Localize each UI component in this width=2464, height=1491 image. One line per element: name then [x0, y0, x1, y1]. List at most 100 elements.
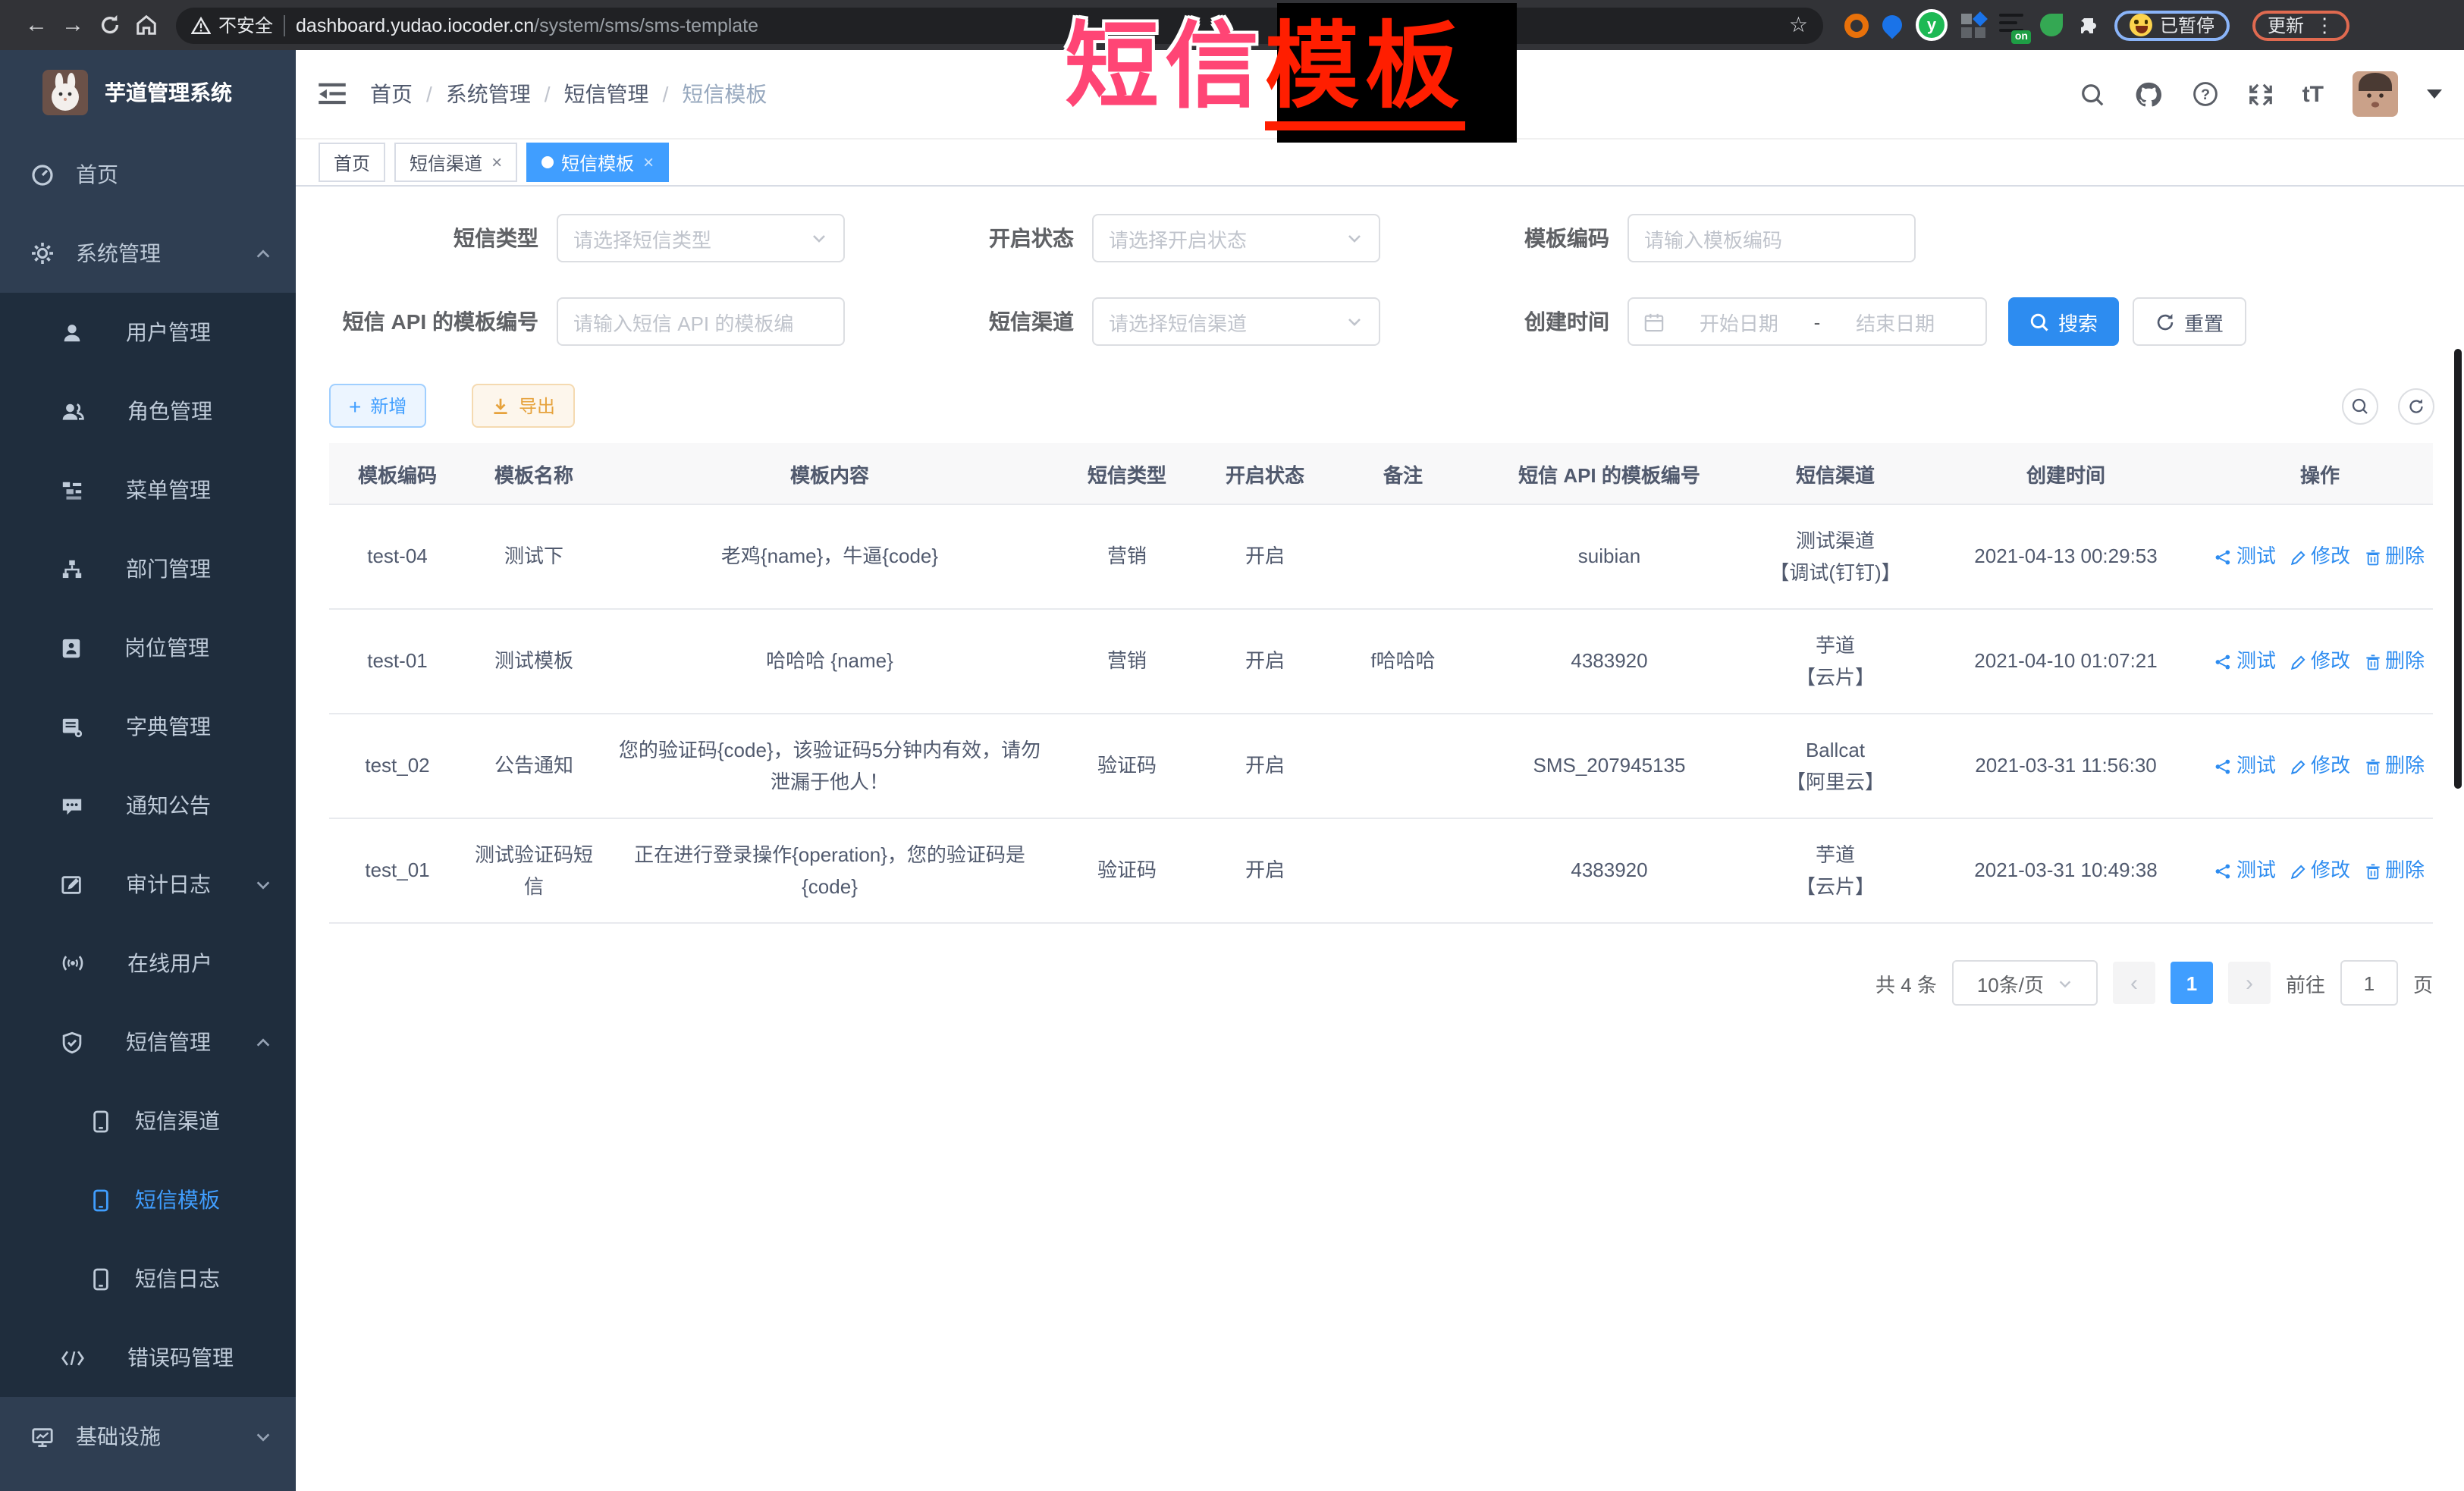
- url-text[interactable]: dashboard.yudao.iocoder.cn/system/sms/sm…: [296, 14, 758, 36]
- sidebar-item-home[interactable]: 首页: [0, 135, 296, 214]
- test-link[interactable]: 测试: [2215, 645, 2276, 678]
- sidebar-item-label: 角色管理: [127, 396, 212, 426]
- date-range-picker[interactable]: 开始日期 - 结束日期: [1627, 297, 1987, 346]
- extension-y-icon[interactable]: y: [1916, 9, 1948, 41]
- edit-link[interactable]: 修改: [2290, 855, 2350, 887]
- sidebar-item-sms-template[interactable]: 短信模板: [0, 1160, 296, 1239]
- breadcrumb-system[interactable]: 系统管理: [446, 79, 531, 109]
- security-label: 不安全: [218, 12, 273, 38]
- extensions-puzzle-icon[interactable]: [2076, 13, 2101, 37]
- scrollbar-thumb[interactable]: [2454, 349, 2462, 789]
- extension-blue-pin-icon[interactable]: [1879, 11, 1907, 39]
- table-search-toggle-button[interactable]: [2342, 388, 2378, 425]
- cell-sms-type: 营销: [1057, 532, 1197, 582]
- browser-reload-icon[interactable]: [91, 7, 127, 43]
- current-page-button[interactable]: 1: [2171, 962, 2213, 1004]
- next-page-button[interactable]: ›: [2228, 962, 2271, 1004]
- delete-link[interactable]: 删除: [2364, 750, 2425, 783]
- sidebar-item-online-users[interactable]: 在线用户: [0, 924, 296, 1003]
- github-icon[interactable]: [2134, 80, 2163, 108]
- table-row: test-04 测试下 老鸡{name}，牛逼{code} 营销 开启 suib…: [329, 505, 2433, 610]
- page-size-select[interactable]: 10条/页: [1952, 960, 2098, 1006]
- export-button[interactable]: 导出: [472, 384, 575, 428]
- tab-home[interactable]: 首页: [319, 143, 385, 182]
- sidebar-item-audit-log[interactable]: 审计日志: [0, 845, 296, 924]
- browser-back-icon[interactable]: ←: [18, 7, 55, 43]
- paused-label: 已暂停: [2160, 12, 2214, 38]
- sidebar-item-sms-channel[interactable]: 短信渠道: [0, 1081, 296, 1160]
- browser-menu-icon[interactable]: ⋮: [2315, 15, 2334, 35]
- sidebar-item-infrastructure[interactable]: 基础设施: [0, 1397, 296, 1476]
- extension-on-icon[interactable]: on: [1999, 13, 2026, 37]
- sidebar-collapse-icon[interactable]: [319, 82, 346, 106]
- annotation-label: 短信模板: [1065, 9, 1465, 127]
- sidebar-item-system[interactable]: 系统管理: [0, 214, 296, 293]
- app-logo-row[interactable]: 芋道管理系统: [0, 50, 296, 135]
- breadcrumb-sms[interactable]: 短信管理: [564, 79, 649, 109]
- security-warning[interactable]: 不安全: [191, 12, 273, 38]
- cell-channel: 芋道【云片】: [1746, 620, 1925, 703]
- search-icon: [2351, 397, 2369, 416]
- browser-update-button[interactable]: 更新 ⋮: [2252, 10, 2349, 40]
- search-button[interactable]: 搜索: [2008, 297, 2119, 346]
- user-avatar[interactable]: [2353, 71, 2398, 117]
- avatar-caret-icon[interactable]: [2427, 89, 2442, 99]
- sidebar-item-dictionary[interactable]: 字典管理: [0, 687, 296, 766]
- bookmark-star-icon[interactable]: ☆: [1789, 12, 1808, 38]
- help-icon[interactable]: ?: [2192, 80, 2219, 108]
- cell-status: 开启: [1197, 846, 1333, 896]
- fullscreen-icon[interactable]: [2248, 81, 2274, 107]
- delete-link[interactable]: 删除: [2364, 645, 2425, 678]
- close-icon[interactable]: ×: [491, 152, 502, 173]
- template-code-input[interactable]: 请输入模板编码: [1627, 214, 1916, 262]
- reset-button[interactable]: 重置: [2133, 297, 2246, 346]
- close-icon[interactable]: ×: [643, 152, 654, 173]
- delete-link[interactable]: 删除: [2364, 541, 2425, 573]
- extension-green-icon[interactable]: [2040, 14, 2063, 36]
- placeholder: 请选择短信类型: [573, 224, 801, 253]
- sidebar-item-announcements[interactable]: 通知公告: [0, 766, 296, 845]
- breadcrumb-home[interactable]: 首页: [370, 79, 413, 109]
- browser-home-icon[interactable]: [127, 7, 164, 43]
- sidebar-item-menus[interactable]: 菜单管理: [0, 450, 296, 529]
- edit-link[interactable]: 修改: [2290, 541, 2350, 573]
- test-link[interactable]: 测试: [2215, 750, 2276, 783]
- add-button[interactable]: + 新增: [329, 384, 426, 428]
- edit-link[interactable]: 修改: [2290, 645, 2350, 678]
- sidebar-item-sms-log[interactable]: 短信日志: [0, 1239, 296, 1318]
- profile-paused-pill[interactable]: 已暂停: [2114, 10, 2230, 40]
- cell-status: 开启: [1197, 532, 1333, 582]
- sidebar-item-roles[interactable]: 角色管理: [0, 372, 296, 450]
- prev-page-button[interactable]: ‹: [2113, 962, 2155, 1004]
- cell-created-time: 2021-03-31 11:56:30: [1925, 741, 2207, 792]
- sms-type-select[interactable]: 请选择短信类型: [557, 214, 845, 262]
- sidebar-item-error-codes[interactable]: 错误码管理: [0, 1318, 296, 1397]
- edit-link[interactable]: 修改: [2290, 750, 2350, 783]
- test-link[interactable]: 测试: [2215, 541, 2276, 573]
- sidebar-item-departments[interactable]: 部门管理: [0, 529, 296, 608]
- status-select[interactable]: 请选择开启状态: [1092, 214, 1380, 262]
- sidebar-item-sms[interactable]: 短信管理: [0, 1003, 296, 1081]
- api-template-id-input[interactable]: 请输入短信 API 的模板编: [557, 297, 845, 346]
- chevron-down-icon: [1345, 312, 1364, 331]
- test-link[interactable]: 测试: [2215, 855, 2276, 887]
- cell-remark: [1333, 862, 1473, 880]
- font-size-icon[interactable]: tT: [2302, 81, 2324, 107]
- page-jump-input[interactable]: 1: [2340, 960, 2398, 1006]
- search-icon[interactable]: [2079, 81, 2105, 107]
- sidebar-item-posts[interactable]: 岗位管理: [0, 608, 296, 687]
- tab-sms-template[interactable]: 短信模板 ×: [526, 143, 669, 182]
- sidebar-item-users[interactable]: 用户管理: [0, 293, 296, 372]
- sidebar-item-label: 在线用户: [127, 948, 212, 978]
- url-bar[interactable]: 不安全 dashboard.yudao.iocoder.cn/system/sm…: [176, 7, 1823, 43]
- channel-select[interactable]: 请选择短信渠道: [1092, 297, 1380, 346]
- browser-forward-icon[interactable]: →: [55, 7, 91, 43]
- cell-remark: f哈哈哈: [1333, 636, 1473, 687]
- tab-sms-channel[interactable]: 短信渠道 ×: [394, 143, 517, 182]
- extension-grid-icon[interactable]: [1961, 13, 1985, 37]
- cell-template-code: test-01: [329, 636, 466, 687]
- placeholder: 请选择开启状态: [1109, 224, 1336, 253]
- table-refresh-button[interactable]: [2398, 388, 2434, 425]
- extension-orange-ring-icon[interactable]: [1844, 13, 1869, 37]
- delete-link[interactable]: 删除: [2364, 855, 2425, 887]
